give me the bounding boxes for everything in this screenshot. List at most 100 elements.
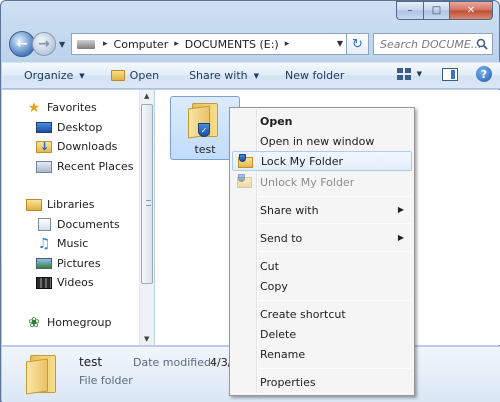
folder-open-icon [110, 70, 125, 81]
nav-item-videos[interactable]: Videos [36, 273, 94, 292]
search-input[interactable]: Search DOCUME... [373, 33, 493, 55]
open-label: Open [129, 69, 160, 82]
menu-item-rename[interactable]: Rename [232, 344, 412, 364]
new-folder-label: New folder [285, 69, 345, 82]
nav-item-label: Pictures [57, 257, 101, 270]
locked-folder-icon: ✓ [188, 103, 218, 139]
unlock-folder-icon [237, 174, 253, 189]
view-options-dropdown[interactable]: ▼ [417, 70, 422, 78]
nav-libraries-label: Libraries [47, 198, 95, 211]
maximize-button[interactable]: □ [423, 1, 449, 20]
nav-item-label: Videos [57, 276, 94, 289]
chevron-down-icon: ▼ [79, 71, 85, 80]
toolbar-right-group: ▼ ? [396, 66, 492, 82]
nav-item-label: Music [57, 237, 89, 250]
nav-homegroup-label: Homegroup [47, 316, 112, 329]
menu-item-delete[interactable]: Delete [232, 324, 412, 344]
navigation-bar: ← → ▼ ▸ Computer ▸ DOCUMENTS (E:) ▸ ▼ ↻ … [9, 31, 493, 59]
nav-favorites-label: Favorites [47, 101, 97, 114]
minimize-button[interactable]: – [396, 1, 423, 20]
submenu-arrow-icon: ▶ [397, 233, 404, 242]
menu-item-label: Unlock My Folder [260, 175, 355, 189]
nav-item-music[interactable]: ♫ Music [36, 234, 89, 253]
address-bar[interactable]: ▸ Computer ▸ DOCUMENTS (E:) ▸ ▼ [71, 33, 347, 55]
menu-item-lock-my-folder[interactable]: Lock My Folder [232, 151, 412, 171]
search-icon[interactable] [476, 38, 488, 53]
menu-item-open[interactable]: Open [232, 111, 412, 131]
menu-item-cut[interactable]: Cut [232, 256, 412, 276]
scroll-down-icon[interactable]: ▼ [144, 335, 149, 343]
refresh-button[interactable]: ↻ [347, 33, 369, 55]
breadcrumb-separator[interactable]: ▸ [281, 39, 294, 49]
nav-item-desktop[interactable]: Desktop [36, 118, 102, 137]
context-menu: Open Open in new window Lock My Folder U… [229, 107, 415, 396]
caption-buttons: – □ ✕ [396, 1, 493, 20]
pictures-icon [36, 258, 52, 269]
nav-item-label: Recent Places [57, 160, 134, 173]
details-date-label: Date modified: [133, 356, 215, 369]
navigation-pane: ★ Favorites Desktop Downloads Recent Pla… [2, 90, 154, 345]
nav-pane-scrollbar[interactable]: ▲ ▼ [139, 90, 154, 345]
details-type: File folder [79, 374, 133, 387]
nav-item-downloads[interactable]: Downloads [36, 137, 117, 156]
scrollbar-thumb[interactable] [141, 104, 153, 284]
menu-item-label: Lock My Folder [261, 154, 344, 168]
downloads-icon [36, 140, 52, 153]
breadcrumb-separator[interactable]: ▸ [99, 39, 112, 49]
nav-item-label: Desktop [57, 121, 103, 134]
organize-button[interactable]: Organize ▼ [18, 65, 91, 87]
menu-separator [260, 196, 410, 197]
menu-item-label: Share with [260, 203, 319, 217]
nav-homegroup[interactable]: ❀ Homegroup [26, 313, 111, 332]
documents-icon [38, 218, 51, 231]
menu-item-unlock-my-folder: Unlock My Folder [232, 172, 412, 192]
open-button[interactable]: Open [105, 65, 165, 87]
music-icon: ♫ [37, 235, 51, 252]
homegroup-icon: ❀ [28, 314, 40, 331]
nav-item-label: Documents [57, 218, 120, 231]
chevron-down-icon: ▼ [253, 71, 260, 80]
videos-icon [36, 276, 52, 289]
menu-item-properties[interactable]: Properties [232, 372, 412, 392]
menu-item-copy[interactable]: Copy [232, 276, 412, 296]
new-folder-button[interactable]: New folder [279, 65, 350, 87]
breadcrumb-separator[interactable]: ▸ [170, 39, 183, 49]
nav-item-label: Downloads [57, 140, 118, 153]
nav-item-recent-places[interactable]: Recent Places [36, 157, 134, 176]
menu-item-share-with[interactable]: Share with ▶ [232, 200, 412, 220]
submenu-arrow-icon: ▶ [397, 205, 404, 214]
recent-pages-dropdown[interactable]: ▼ [59, 40, 65, 49]
share-with-label: Share with [189, 69, 248, 82]
address-history-dropdown[interactable]: ▼ [337, 39, 343, 48]
search-placeholder: Search DOCUME... [380, 37, 482, 51]
details-name: test [79, 355, 103, 369]
recent-places-icon [36, 160, 52, 173]
nav-favorites[interactable]: ★ Favorites [26, 98, 97, 117]
desktop-icon [36, 122, 52, 133]
forward-button[interactable]: → [32, 32, 56, 56]
folder-icon [26, 355, 56, 395]
command-toolbar: Organize ▼ Open Share with ▼ New folder … [2, 62, 500, 89]
nav-libraries[interactable]: Libraries [26, 195, 95, 214]
breadcrumb-computer[interactable]: Computer [112, 38, 171, 51]
share-with-button[interactable]: Share with ▼ [183, 65, 265, 87]
breadcrumb-documents-drive[interactable]: DOCUMENTS (E:) [183, 38, 281, 51]
drive-icon [77, 39, 95, 49]
menu-separator [260, 368, 410, 369]
libraries-icon [26, 198, 42, 211]
shield-icon: ✓ [198, 123, 210, 137]
back-arrow-icon: ← [16, 36, 28, 52]
close-button[interactable]: ✕ [449, 1, 493, 20]
explorer-window: – □ ✕ ← → ▼ ▸ Computer ▸ DOCUMENTS (E:) … [0, 0, 500, 402]
nav-item-documents[interactable]: Documents [36, 215, 120, 234]
menu-item-label: Send to [260, 231, 303, 245]
menu-item-create-shortcut[interactable]: Create shortcut [232, 304, 412, 324]
scroll-up-icon[interactable]: ▲ [144, 92, 149, 100]
preview-pane-icon[interactable] [442, 67, 458, 81]
change-view-icon[interactable] [396, 68, 411, 80]
help-icon[interactable]: ? [476, 66, 492, 82]
forward-arrow-icon: → [38, 36, 50, 52]
nav-item-pictures[interactable]: Pictures [36, 254, 101, 273]
menu-item-send-to[interactable]: Send to ▶ [232, 228, 412, 248]
menu-item-open-new-window[interactable]: Open in new window [232, 131, 412, 151]
